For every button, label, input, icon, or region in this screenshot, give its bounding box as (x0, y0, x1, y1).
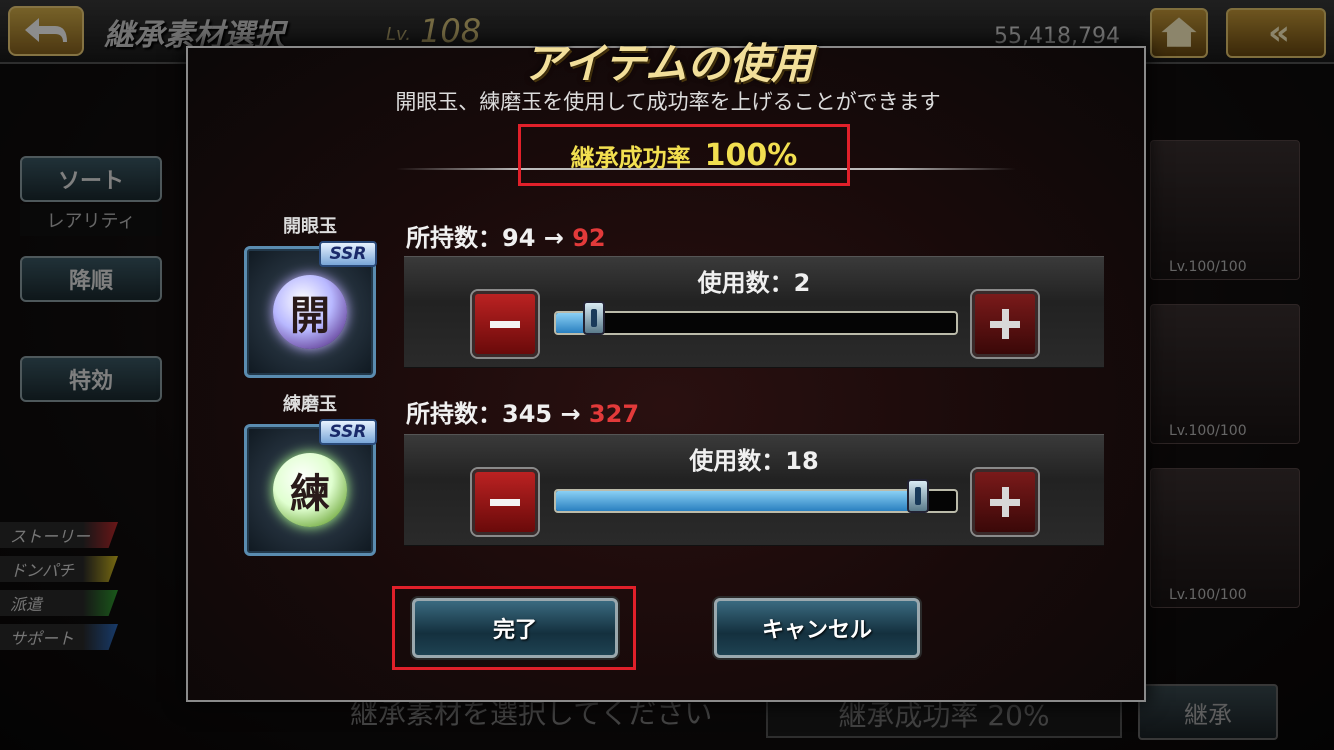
cancel-button[interactable]: キャンセル (714, 598, 920, 658)
orb-image: 開 (273, 275, 347, 349)
slider-thumb[interactable] (583, 301, 606, 335)
orb-glyph: 練 (290, 471, 330, 517)
rarity-badge: SSR (319, 241, 377, 267)
owned-count-label: 所持数：345 → (406, 400, 581, 428)
item-name: 開眼玉 (283, 216, 337, 237)
owned-count-after: 92 (572, 224, 606, 252)
use-slider-panel: 使用数：2 (404, 256, 1104, 368)
done-button[interactable]: 完了 (412, 598, 618, 658)
slider-fill (556, 491, 916, 511)
success-rate-label: 継承成功率 (570, 143, 691, 172)
success-rate-value: 100% (704, 137, 798, 173)
dialog-title: アイテムの使用 (523, 39, 813, 88)
slider-track[interactable] (554, 311, 958, 335)
rarity-badge: SSR (319, 419, 377, 445)
owned-count: 所持数：345 → 327 (406, 394, 639, 429)
item-name: 練磨玉 (283, 394, 337, 415)
plus-icon (990, 309, 1020, 339)
minus-icon (490, 309, 520, 339)
item-use-dialog: アイテムの使用 開眼玉、練磨玉を使用して成功率を上げることができます 継承成功率… (186, 39, 1146, 702)
owned-count: 所持数：94 → 92 (406, 218, 606, 253)
slider-track[interactable] (554, 489, 958, 513)
orb-glyph: 開 (290, 293, 330, 339)
kaigan-gem-icon: 開 SSR (244, 241, 377, 378)
decrease-button[interactable] (472, 291, 538, 357)
owned-count-after: 327 (588, 400, 640, 428)
slider-thumb[interactable] (906, 479, 929, 513)
plus-icon (990, 487, 1020, 517)
success-rate-highlight: 継承成功率 100% (518, 124, 850, 186)
orb-image: 練 (273, 453, 347, 527)
use-slider-panel: 使用数：18 (404, 434, 1104, 546)
owned-count-label: 所持数：94 → (406, 224, 564, 252)
minus-icon (490, 487, 520, 517)
decrease-button[interactable] (472, 469, 538, 535)
dialog-description: 開眼玉、練磨玉を使用して成功率を上げることができます (395, 90, 941, 114)
increase-button[interactable] (972, 469, 1038, 535)
renma-gem-icon: 練 SSR (244, 419, 377, 556)
increase-button[interactable] (972, 291, 1038, 357)
